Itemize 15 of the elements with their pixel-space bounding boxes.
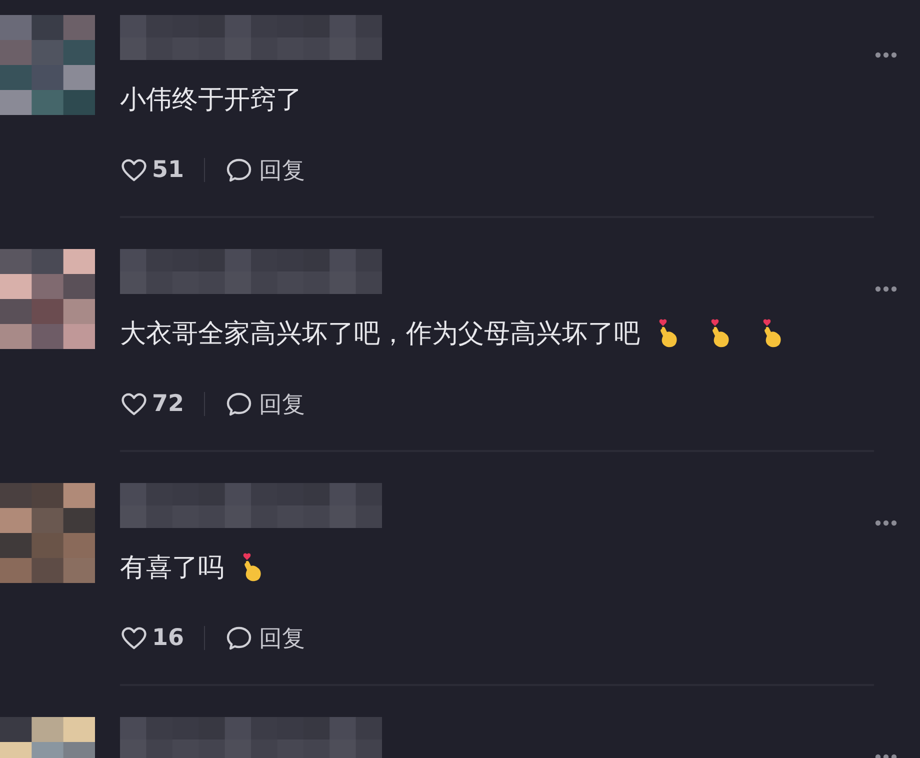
more-icon[interactable]: [874, 51, 898, 59]
comment-text: 有喜了吗: [120, 552, 224, 585]
more-icon[interactable]: [874, 519, 898, 527]
comment-text: 小伟终于开窍了: [120, 84, 302, 117]
reply-link[interactable]: 回复: [259, 622, 306, 654]
like-count: 51: [152, 157, 184, 183]
comment-icon[interactable]: [225, 624, 254, 652]
comment-icon[interactable]: [225, 390, 254, 418]
comment-text: 大衣哥全家高兴坏了吧，作为父母高兴坏了吧: [120, 318, 640, 351]
like-count: 72: [152, 391, 184, 417]
reply-link[interactable]: 回复: [259, 388, 306, 420]
comment-icon[interactable]: [225, 156, 254, 184]
more-icon[interactable]: [874, 285, 898, 293]
reply-link[interactable]: 回复: [259, 154, 306, 186]
like-count: 16: [152, 625, 184, 651]
